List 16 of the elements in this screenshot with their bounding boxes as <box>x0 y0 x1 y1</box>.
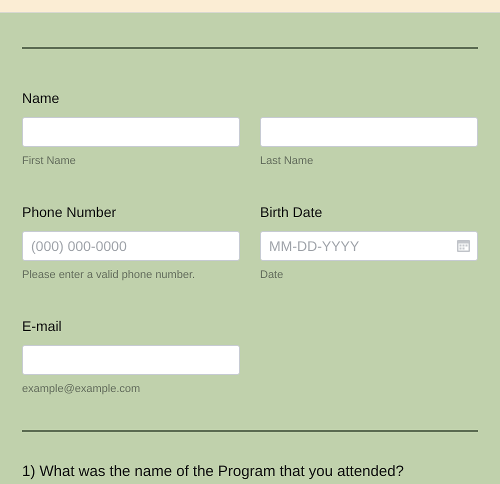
input-field[interactable]: (000) 000-0000 <box>22 231 240 261</box>
field-label: Birth Date <box>260 203 322 221</box>
field-hint: Please enter a valid phone number. <box>22 268 196 282</box>
input-field[interactable] <box>260 117 478 147</box>
field-hint: Date <box>260 268 284 282</box>
input-field[interactable] <box>22 117 240 147</box>
field-label: Phone Number <box>22 203 116 221</box>
field-label: E-mail <box>22 317 62 335</box>
input-field[interactable] <box>22 345 240 375</box>
field-hint: First Name <box>22 154 76 168</box>
question-text: 1) What was the name of the Program that you attended? <box>22 463 405 481</box>
field-label: Name <box>22 89 60 107</box>
field-hint: Last Name <box>260 154 314 168</box>
date-field[interactable]: MM-DD-YYYY <box>260 231 478 261</box>
calendar-icon <box>457 240 470 252</box>
field-hint: example@example.com <box>22 382 140 396</box>
